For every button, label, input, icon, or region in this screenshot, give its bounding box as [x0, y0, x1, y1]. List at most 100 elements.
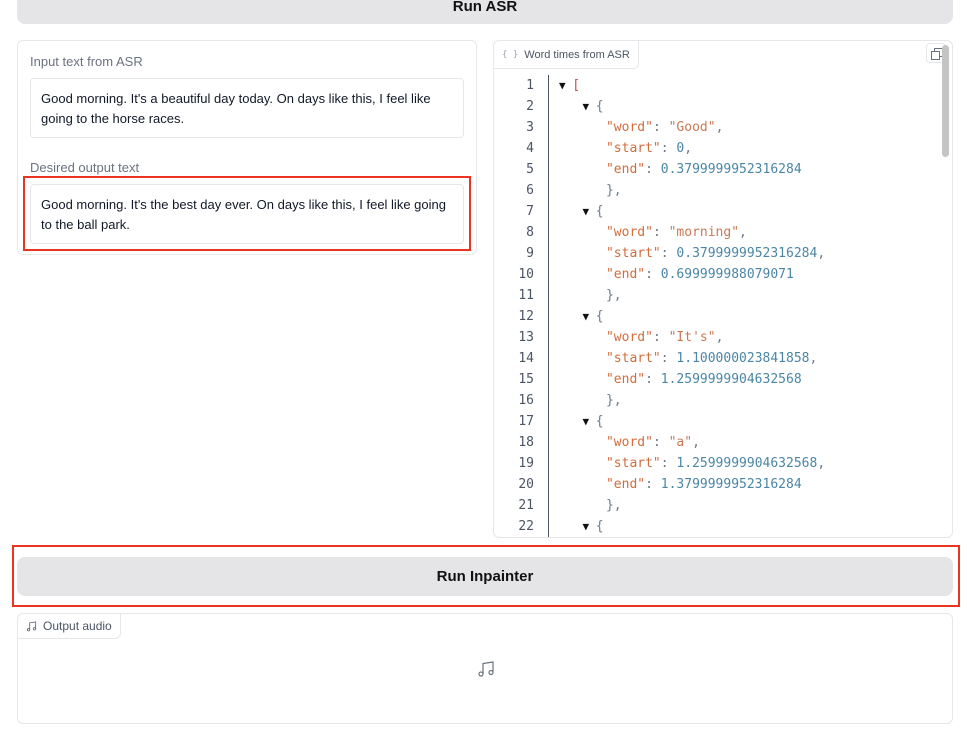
json-key: "start"	[605, 351, 661, 366]
code-line: 15 "end": 1.2599999904632568	[494, 369, 938, 390]
output-audio-label: Output audio	[43, 619, 112, 633]
line-number: 2	[526, 99, 534, 114]
code-content: "start": 0,	[559, 138, 692, 159]
line-number: 9	[526, 246, 534, 261]
run-inpainter-button[interactable]: Run Inpainter	[17, 557, 953, 596]
gutter-divider	[548, 222, 549, 243]
gutter-divider	[548, 453, 549, 474]
json-key: "end"	[605, 372, 646, 387]
code-content: "word": "It's",	[559, 327, 723, 348]
code-line: 8 "word": "morning",	[494, 222, 938, 243]
code-content: "word": "morning",	[559, 222, 747, 243]
json-value: 1.2599999904632568	[660, 372, 802, 387]
line-number: 3	[526, 120, 534, 135]
code-content: },	[559, 180, 622, 201]
json-colon: :	[645, 162, 661, 177]
gutter-divider	[548, 96, 549, 117]
code-content: "end": 0.699999988079071	[559, 264, 794, 285]
json-colon: :	[645, 477, 661, 492]
line-number: 19	[518, 456, 534, 471]
gutter-divider	[548, 348, 549, 369]
line-number: 7	[526, 204, 534, 219]
gutter-divider	[548, 264, 549, 285]
word-times-label: Word times from ASR	[524, 48, 630, 61]
json-colon: :	[660, 351, 677, 366]
code-line: 9 "start": 0.3799999952316284,	[494, 243, 938, 264]
collapse-toggle-icon[interactable]: ▼	[582, 520, 595, 533]
json-comma: ,	[817, 246, 826, 261]
json-colon: :	[652, 225, 669, 240]
json-key: "end"	[605, 477, 646, 492]
gutter-divider	[548, 432, 549, 453]
code-line: 10 "end": 0.699999988079071	[494, 264, 938, 285]
code-line: 12 ▼ {	[494, 306, 938, 327]
gutter-divider	[548, 474, 549, 495]
line-number: 17	[518, 414, 534, 429]
gutter-divider	[548, 117, 549, 138]
json-value: "morning"	[668, 225, 740, 240]
line-number: 8	[526, 225, 534, 240]
line-number: 11	[518, 288, 534, 303]
json-icon: { }	[502, 49, 519, 60]
line-number: 20	[518, 477, 534, 492]
desired-output-label: Desired output text	[30, 160, 140, 175]
code-content: },	[559, 285, 622, 306]
json-brace: {	[595, 414, 604, 429]
json-comma: ,	[684, 141, 693, 156]
code-content: ▼ {	[559, 96, 603, 117]
collapse-toggle-icon[interactable]: ▼	[582, 415, 595, 428]
run-asr-button[interactable]: Run ASR	[17, 0, 953, 24]
input-text-label: Input text from ASR	[30, 54, 143, 69]
code-line: 19 "start": 1.2599999904632568,	[494, 453, 938, 474]
code-content: ▼ [	[559, 75, 580, 96]
code-content: "word": "Good",	[559, 117, 723, 138]
line-number: 13	[518, 330, 534, 345]
json-colon: :	[660, 246, 677, 261]
output-audio-tab: Output audio	[18, 614, 121, 639]
gutter-divider	[548, 285, 549, 306]
json-scrollbar[interactable]	[942, 45, 949, 157]
collapse-toggle-icon[interactable]: ▼	[582, 205, 595, 218]
json-brace: },	[605, 183, 622, 198]
collapse-toggle-icon[interactable]: ▼	[582, 310, 595, 323]
json-key: "word"	[605, 225, 653, 240]
gutter-divider	[548, 75, 549, 96]
code-content: "word": "a",	[559, 432, 700, 453]
collapse-toggle-icon[interactable]: ▼	[559, 79, 572, 92]
desired-output-field[interactable]: Good morning. It's the best day ever. On…	[30, 184, 464, 244]
code-line: 17 ▼ {	[494, 411, 938, 432]
input-text-field[interactable]: Good morning. It's a beautiful day today…	[30, 78, 464, 138]
code-line: 18 "word": "a",	[494, 432, 938, 453]
json-value: 1.3799999952316284	[660, 477, 802, 492]
code-line: 5 "end": 0.3799999952316284	[494, 159, 938, 180]
line-number: 5	[526, 162, 534, 177]
gutter-divider	[548, 411, 549, 432]
code-line: 13 "word": "It's",	[494, 327, 938, 348]
code-content: "start": 1.2599999904632568,	[559, 453, 825, 474]
code-content: ▼ {	[559, 201, 603, 222]
gutter-divider	[548, 306, 549, 327]
json-key: "word"	[605, 120, 653, 135]
json-viewer: 1 ▼ [2 ▼ {3 "word": "Good", 4 "start": 0, 5…	[494, 75, 938, 537]
output-audio-panel: Output audio	[17, 613, 953, 724]
collapse-toggle-icon[interactable]: ▼	[582, 100, 595, 113]
line-number: 12	[518, 309, 534, 324]
word-times-tab: { } Word times from ASR	[494, 41, 639, 69]
gutter-divider	[548, 516, 549, 537]
music-note-icon	[478, 661, 494, 677]
word-times-panel: { } Word times from ASR 1 ▼ [2 ▼ {3 "word…	[493, 40, 953, 538]
gutter-divider	[548, 201, 549, 222]
code-content: "end": 1.2599999904632568	[559, 369, 802, 390]
gutter-divider	[548, 159, 549, 180]
code-line: 3 "word": "Good",	[494, 117, 938, 138]
line-number: 18	[518, 435, 534, 450]
json-value: 0.3799999952316284	[676, 246, 818, 261]
json-key: "word"	[605, 330, 653, 345]
code-content: "start": 0.3799999952316284,	[559, 243, 825, 264]
code-line: 14 "start": 1.100000023841858,	[494, 348, 938, 369]
json-value: "a"	[668, 435, 693, 450]
line-number: 6	[526, 183, 534, 198]
json-brace: {	[595, 519, 604, 534]
line-number: 1	[526, 78, 534, 93]
json-value: "Good"	[668, 120, 716, 135]
